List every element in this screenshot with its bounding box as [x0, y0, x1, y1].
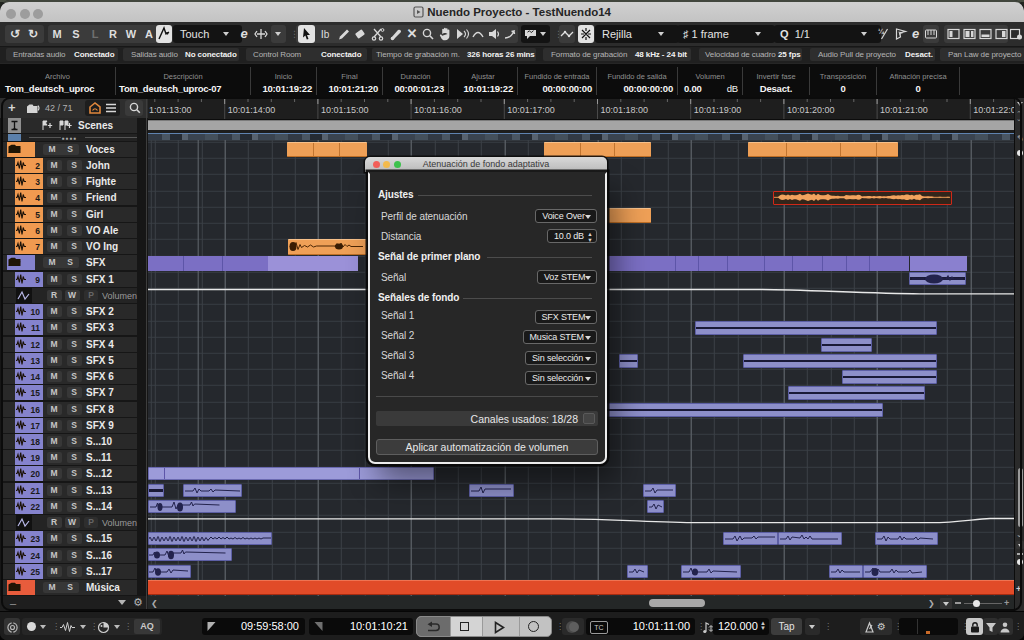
- svg-text:¼: ¼: [878, 28, 885, 35]
